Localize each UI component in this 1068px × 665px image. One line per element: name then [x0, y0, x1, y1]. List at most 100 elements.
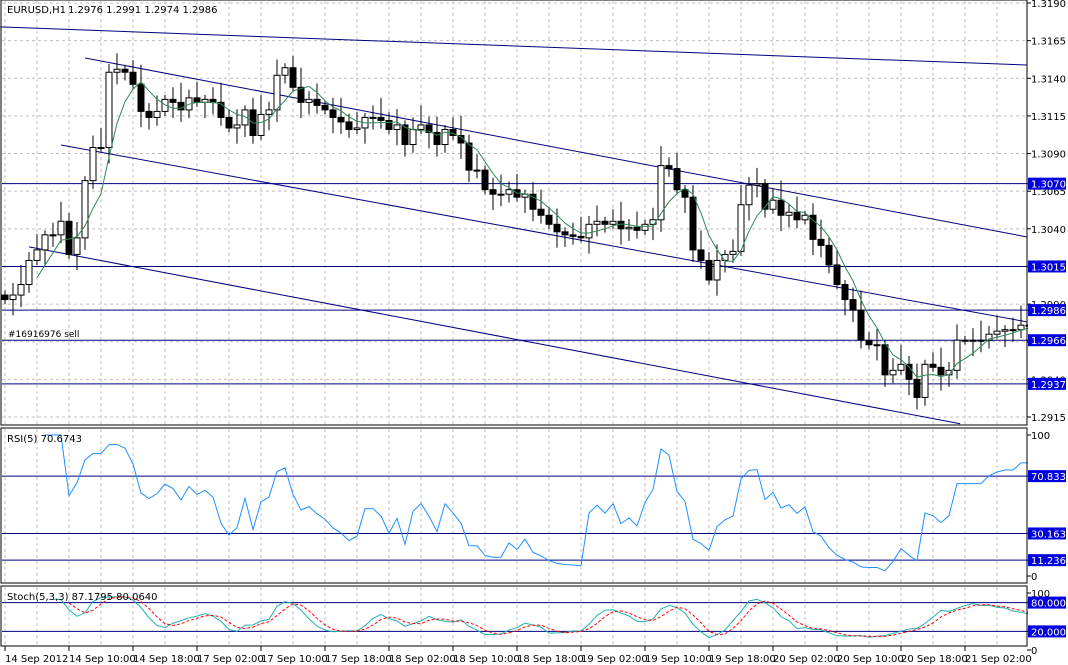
candle-bull	[785, 211, 793, 216]
trading-chart[interactable]: 1.31901.31651.31401.31151.30901.30651.30…	[0, 0, 1068, 665]
time-label: 17 Sep 10:00	[261, 654, 328, 665]
candle-bull	[593, 220, 601, 225]
candle-bull	[265, 109, 273, 115]
candle-bear	[673, 168, 681, 191]
candle-bull	[889, 369, 897, 376]
candle-bear	[849, 299, 857, 311]
candle-bear	[793, 211, 801, 221]
candle-bear	[633, 226, 641, 231]
candle-bull	[657, 165, 665, 221]
price-level-label: 1.2986	[1031, 306, 1066, 317]
candle-bear	[937, 366, 945, 376]
candle-bear	[825, 244, 833, 266]
candle-bear	[489, 189, 497, 195]
candle-bull	[1009, 329, 1017, 332]
order-label[interactable]: #16916976 sell	[8, 330, 79, 340]
candle-bull	[473, 169, 481, 172]
candle-bull	[41, 234, 49, 251]
candle-bull	[625, 226, 633, 230]
chart-background	[0, 0, 1068, 665]
candle-bear	[761, 183, 769, 210]
price-tick-label: 1.3190	[1031, 0, 1066, 10]
candle-bear	[857, 309, 865, 341]
candle-bull	[729, 250, 737, 255]
candle-bull	[369, 116, 377, 119]
candle-bull	[25, 259, 33, 286]
candle-bull	[921, 363, 929, 398]
candle-bull	[801, 214, 809, 221]
price-level-label: 1.3015	[1031, 262, 1066, 273]
time-label: 20 Sep 02:00	[773, 654, 840, 665]
candle-bear	[577, 235, 585, 239]
candle-bull	[609, 220, 617, 225]
time-label: 20 Sep 10:00	[837, 654, 904, 665]
candle-bull	[873, 344, 881, 347]
candle-bull	[281, 67, 289, 76]
candle-bull	[73, 237, 81, 255]
candle-bear	[345, 121, 353, 130]
stoch-level-label: 20.0000	[1031, 627, 1068, 638]
candle-bear	[833, 264, 841, 286]
price-level-label: 1.2937	[1031, 380, 1066, 391]
candle-bear	[313, 98, 321, 106]
candle-bull	[745, 184, 753, 206]
candle-bull	[105, 71, 113, 149]
candle-bull	[17, 284, 25, 296]
candle-bear	[145, 110, 153, 118]
candle-bear	[913, 378, 921, 398]
candle-bear	[689, 196, 697, 251]
time-label: 20 Sep 18:00	[901, 654, 968, 665]
candle-bull	[241, 109, 249, 126]
price-axis: 1.31901.31651.31401.31151.30901.30651.30…	[1027, 0, 1068, 665]
candle-bear	[665, 165, 673, 170]
stoch-scale-min: 0	[1031, 646, 1037, 657]
time-label: 21 Sep 02:00	[965, 654, 1032, 665]
candle-bear	[217, 101, 225, 118]
candle-bear	[881, 344, 889, 376]
candle-bull	[57, 220, 65, 236]
candle-bull	[89, 147, 97, 182]
candle-bull	[393, 124, 401, 130]
candle-bear	[337, 116, 345, 123]
candle-bull	[977, 339, 985, 342]
candle-bear	[601, 220, 609, 225]
rsi-level-label: 70.8333	[1031, 472, 1068, 483]
rsi-scale-min: 0	[1031, 572, 1037, 583]
candle-bear	[929, 363, 937, 368]
time-label: 14 Sep 2012	[5, 654, 68, 665]
candle-bull	[305, 98, 313, 103]
candle-bear	[385, 119, 393, 130]
candle-bull	[417, 124, 425, 130]
candle-bull	[1001, 329, 1009, 332]
chart-ohlc: 1.2976 1.2991 1.2974 1.2986	[68, 5, 218, 16]
candle-bull	[153, 110, 161, 118]
price-tick-label: 1.3090	[1031, 150, 1066, 161]
candle-bear	[865, 339, 873, 346]
price-tick-label: 1.3165	[1031, 37, 1066, 48]
candle-bear	[121, 68, 129, 73]
candle-bear	[289, 67, 297, 88]
candle-bull	[233, 124, 241, 129]
candle-bull	[769, 199, 777, 210]
stoch-label: Stoch(5,3,3) 87.1795 80.0640	[7, 592, 158, 603]
candle-bull	[505, 189, 513, 195]
candle-bull	[961, 339, 969, 342]
candle-bull	[409, 128, 417, 146]
candle-bull	[969, 339, 977, 342]
candle-bull	[641, 223, 649, 231]
candle-bull	[113, 68, 121, 73]
candle-bear	[1, 294, 9, 301]
candle-bear	[377, 116, 385, 121]
candle-bull	[257, 113, 265, 136]
candle-bull	[33, 249, 41, 261]
candle-bull	[9, 294, 17, 301]
candle-bear	[817, 238, 825, 246]
price-tick-label: 1.3115	[1031, 112, 1066, 123]
candle-bear	[329, 109, 337, 118]
candle-bear	[465, 142, 473, 171]
candle-bear	[65, 220, 73, 255]
candle-bull	[713, 259, 721, 281]
price-level-label: 1.3070	[1031, 180, 1066, 191]
candle-bull	[97, 147, 105, 150]
candle-bear	[193, 97, 201, 103]
